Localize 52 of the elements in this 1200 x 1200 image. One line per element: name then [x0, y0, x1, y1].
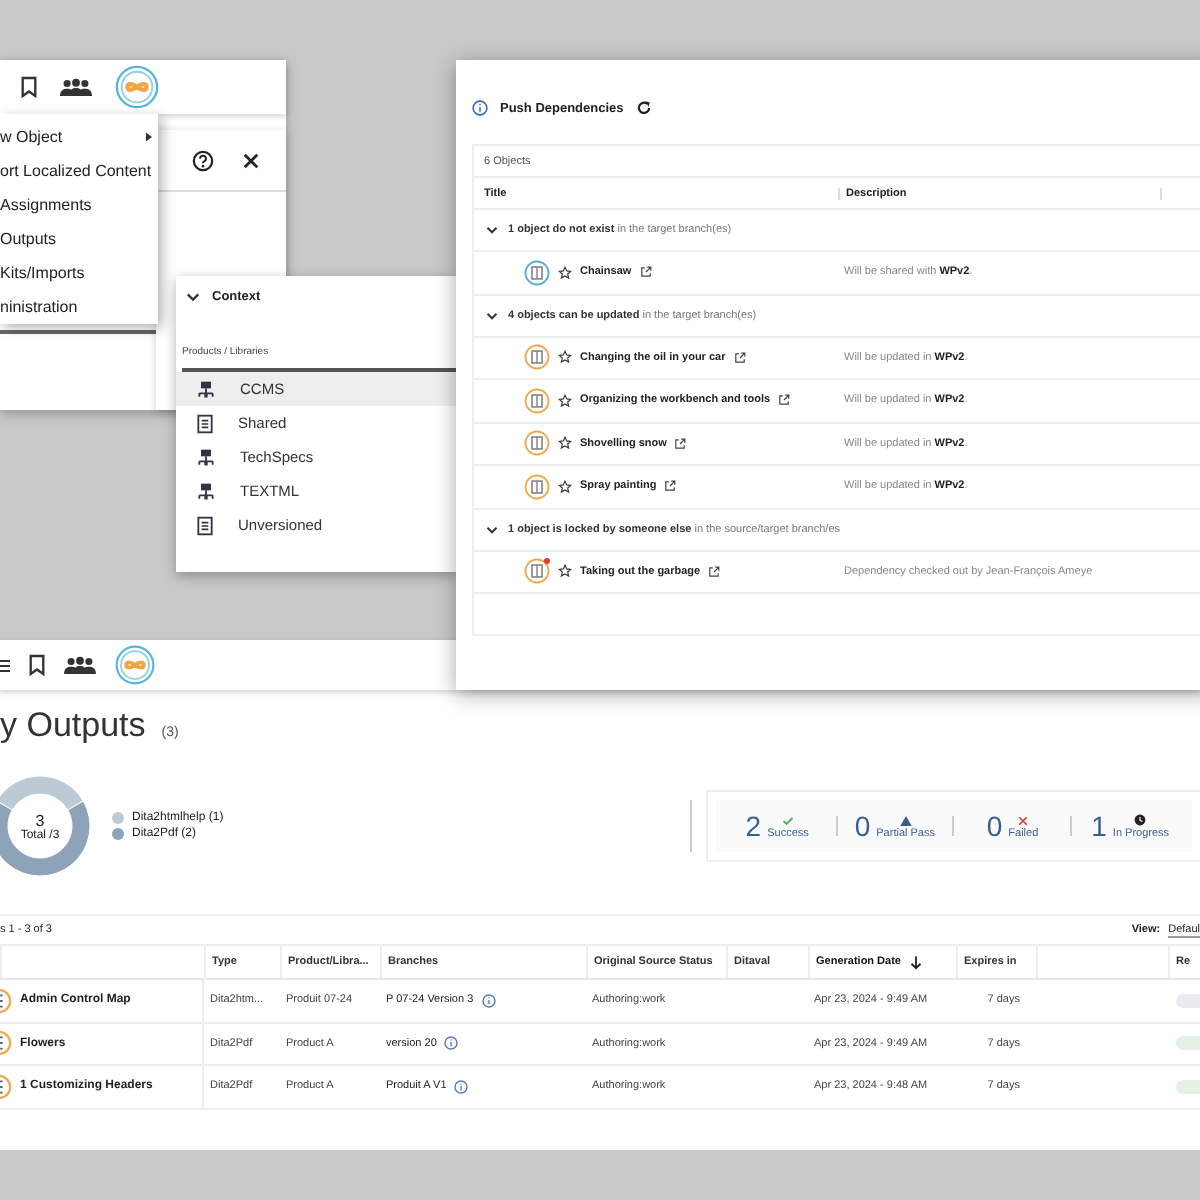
network-icon: [196, 481, 216, 501]
document-icon: [196, 413, 214, 433]
menu-item[interactable]: Kits/Imports: [0, 256, 158, 290]
close-icon[interactable]: [242, 151, 260, 169]
external-link-icon[interactable]: [733, 351, 746, 364]
external-link-icon[interactable]: [674, 437, 687, 450]
info-icon[interactable]: [444, 1036, 459, 1051]
menu-item[interactable]: ort Localized Content: [0, 154, 158, 188]
external-link-icon[interactable]: [708, 565, 721, 578]
star-icon[interactable]: [558, 350, 572, 365]
chevron-icon[interactable]: [486, 226, 498, 234]
external-link-icon[interactable]: [639, 266, 652, 279]
menu-icon[interactable]: [0, 657, 10, 673]
help-icon[interactable]: [192, 149, 214, 171]
star-icon[interactable]: [558, 393, 572, 408]
chevron-icon[interactable]: [186, 291, 200, 301]
status-count: 2: [745, 812, 762, 840]
network-icon: [196, 379, 216, 399]
menu-item[interactable]: Assignments: [0, 188, 158, 222]
page-title: y Outputs: [0, 706, 146, 746]
check-icon: [781, 816, 794, 826]
network-icon: [196, 447, 216, 467]
lock-indicator-dot: [544, 558, 550, 565]
triangle-icon: [899, 816, 912, 826]
status-count: 1: [1091, 812, 1107, 840]
chevron-icon[interactable]: [486, 525, 498, 533]
external-link-icon[interactable]: [664, 480, 677, 493]
status-count: 0: [854, 812, 871, 840]
clock-icon: [1134, 814, 1147, 826]
menu-item[interactable]: w Object: [0, 120, 158, 154]
external-link-icon[interactable]: [778, 394, 791, 407]
info-icon[interactable]: [454, 1079, 469, 1094]
info-icon[interactable]: [472, 100, 488, 116]
menu-item[interactable]: ninistration: [0, 290, 158, 324]
people-icon[interactable]: [60, 78, 92, 96]
cross-icon: [1018, 816, 1029, 826]
bookmark-icon[interactable]: [28, 654, 46, 676]
star-icon[interactable]: [558, 479, 572, 494]
submenu-caret-icon: [145, 132, 152, 142]
star-icon[interactable]: [558, 564, 572, 579]
total-number: 3: [35, 811, 45, 829]
people-icon[interactable]: [64, 656, 96, 674]
star-icon[interactable]: [558, 436, 572, 451]
info-icon[interactable]: [481, 993, 496, 1008]
menu-item[interactable]: Outputs: [0, 222, 158, 256]
refresh-icon[interactable]: [635, 100, 652, 116]
bookmark-icon[interactable]: [20, 76, 38, 98]
chevron-icon[interactable]: [486, 311, 498, 319]
status-count: 0: [986, 812, 1003, 840]
star-icon[interactable]: [558, 265, 572, 280]
sort-arrow-icon[interactable]: [910, 955, 923, 969]
document-icon: [196, 515, 214, 535]
